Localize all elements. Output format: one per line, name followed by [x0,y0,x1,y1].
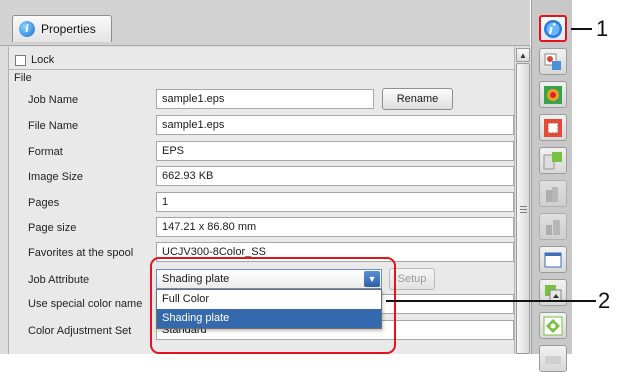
favorites-spool-label: Favorites at the spool [28,247,134,259]
file-name-label: File Name [28,120,79,132]
tab-strip: i Properties [0,0,530,46]
grip-icon [520,206,527,214]
pages-field[interactable]: 1 [156,192,514,212]
tab-label: Properties [41,22,96,36]
tile-button[interactable] [539,312,567,339]
job-name-label: Job Name [28,94,79,106]
job-attribute-value: Shading plate [162,273,230,285]
favorites-spool-field[interactable]: UCJV300-8Color_SS [156,242,514,262]
color-button[interactable] [539,81,567,108]
job-name-field[interactable]: sample1.eps [156,89,374,109]
lock-row[interactable]: Lock [15,53,54,67]
print-preview-button[interactable] [539,246,567,273]
callout-number-1: 1 [596,16,609,41]
page-size-field[interactable]: 147.21 x 86.80 mm [156,217,514,237]
chevron-down-icon[interactable]: ▼ [364,271,380,287]
format-field[interactable]: EPS [156,141,514,161]
divider [9,69,514,70]
job-attribute-label: Job Attribute [28,274,90,286]
lock-checkbox[interactable] [15,54,26,66]
callout-line-1 [571,28,592,30]
duplicate-button[interactable] [539,180,567,207]
lock-label: Lock [31,54,55,66]
dropdown-option-shading-plate[interactable]: Shading plate [157,309,381,328]
vertical-scrollbar[interactable]: ▲ [514,47,531,354]
tab-properties[interactable]: i Properties [12,15,112,42]
file-name-field[interactable]: sample1.eps [156,115,514,135]
info-icon: i [19,21,35,37]
duplicate-alt-button[interactable] [539,213,567,240]
dropdown-option-full-color[interactable]: Full Color [157,290,381,309]
application-window: i Properties Lock File Job Name sample1.… [0,0,618,372]
rename-button[interactable]: Rename [382,88,453,110]
scroll-thumb[interactable] [516,63,530,354]
format-label: Format [28,146,63,158]
pages-label: Pages [28,197,60,209]
image-size-field[interactable]: 662.93 KB [156,166,514,186]
duplicate-icon [546,186,558,202]
more-icon [545,355,561,364]
color-adjustment-label: Color Adjustment Set [28,325,132,337]
info-button[interactable] [539,15,567,42]
tile-icon [543,316,563,335]
layout-icon [543,151,562,169]
layout-button[interactable] [539,147,567,174]
job-attribute-dropdown[interactable]: Full Color Shading plate [156,289,382,329]
more-button[interactable] [539,345,567,372]
callout-line-2 [386,300,596,302]
special-color-name-label: Use special color name [28,298,143,310]
color-icon [544,85,562,104]
setup-button[interactable]: Setup [389,268,435,290]
page-size-label: Page size [28,222,77,234]
callout-number-2: 2 [598,288,611,313]
duplicate-alt-icon [546,219,560,235]
info-icon [544,19,562,38]
crop-icon [544,118,562,137]
move-to-button[interactable] [539,48,567,75]
scroll-up-arrow-icon[interactable]: ▲ [516,48,530,62]
print-preview-icon [544,252,562,267]
properties-content: Lock File Job Name sample1.eps Rename Fi… [8,47,531,354]
move-to-icon [544,53,561,70]
image-size-label: Image Size [28,171,84,183]
section-file-label: File [14,72,32,84]
crop-button[interactable] [539,114,567,141]
job-attribute-select[interactable]: Shading plate ▼ [156,269,382,289]
